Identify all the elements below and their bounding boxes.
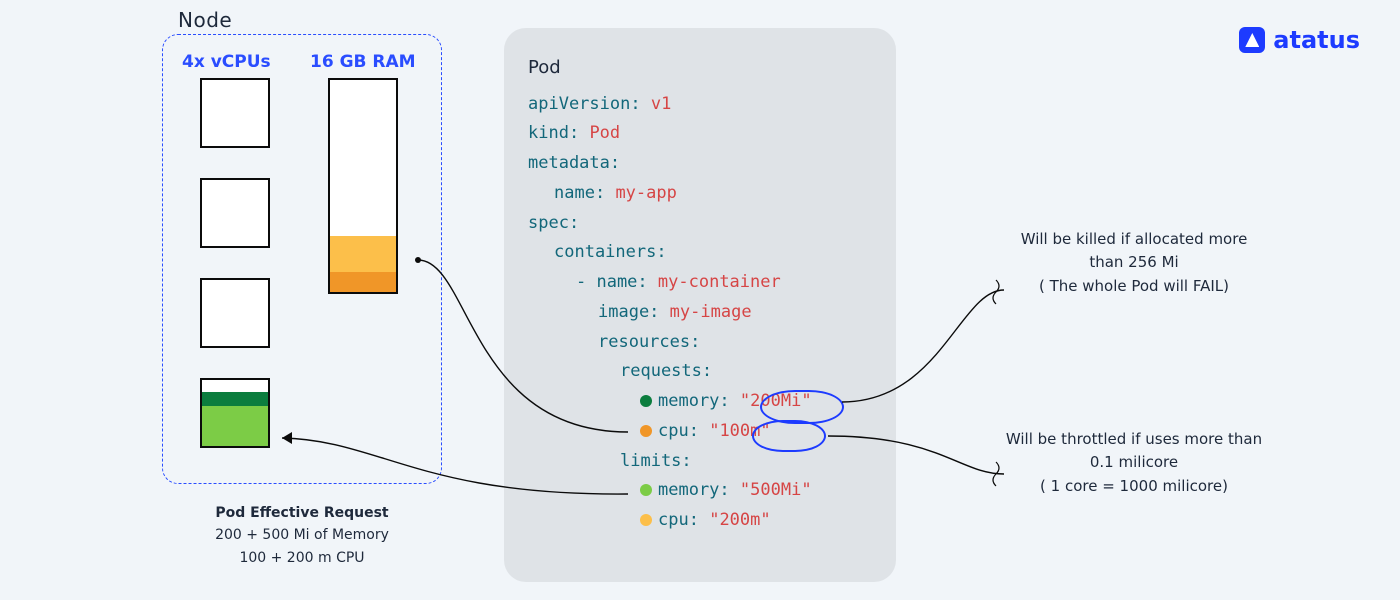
dark-green-dot-icon — [640, 395, 652, 407]
yaml-line: requests: — [528, 357, 872, 387]
yaml-line: spec: — [528, 209, 872, 239]
ram-column — [328, 78, 398, 294]
effective-title: Pod Effective Request — [172, 502, 432, 524]
ram-label: 16 GB RAM — [310, 52, 416, 72]
yaml-limit-cpu: cpu: "200m" — [528, 506, 872, 536]
brand-logo-mark — [1239, 27, 1265, 53]
yaml-line: limits: — [528, 447, 872, 477]
node-title: Node — [178, 8, 232, 32]
yaml-line: - name: my-container — [528, 268, 872, 298]
yaml-line: metadata: — [528, 149, 872, 179]
yaml-line: image: my-image — [528, 298, 872, 328]
annotation-cpu-limit: Will be throttled if uses more than 0.1 … — [1004, 428, 1264, 498]
brand-name: atatus — [1273, 26, 1360, 54]
cpu-column — [200, 78, 268, 448]
cpu-limit-fill — [202, 406, 268, 446]
yaml-line: kind: Pod — [528, 119, 872, 149]
vcpu-label: 4x vCPUs — [182, 52, 271, 72]
pod-yaml-panel: Pod apiVersion: v1 kind: Pod metadata: n… — [504, 28, 896, 582]
light-green-dot-icon — [640, 484, 652, 496]
highlight-circle-cpu — [752, 420, 826, 452]
yaml-limit-memory: memory: "500Mi" — [528, 476, 872, 506]
yaml-line: containers: — [528, 238, 872, 268]
cpu-cell-filled — [200, 378, 270, 448]
yaml-line: apiVersion: v1 — [528, 90, 872, 120]
highlight-circle-memory — [760, 390, 844, 424]
cpu-cell — [200, 78, 270, 148]
annotation-memory-limit: Will be killed if allocated more than 25… — [1004, 228, 1264, 298]
yaml-line: resources: — [528, 328, 872, 358]
orange-dot-icon — [640, 425, 652, 437]
ram-request-fill — [330, 272, 396, 292]
effective-request-caption: Pod Effective Request 200 + 500 Mi of Me… — [172, 502, 432, 569]
effective-memory-line: 200 + 500 Mi of Memory — [172, 524, 432, 546]
cpu-request-fill — [202, 392, 268, 406]
yaml-line: name: my-app — [528, 179, 872, 209]
cpu-cell — [200, 178, 270, 248]
effective-cpu-line: 100 + 200 m CPU — [172, 547, 432, 569]
cpu-cell — [200, 278, 270, 348]
pod-title: Pod — [528, 52, 872, 84]
brand-logo: atatus — [1239, 26, 1360, 54]
yellow-dot-icon — [640, 514, 652, 526]
